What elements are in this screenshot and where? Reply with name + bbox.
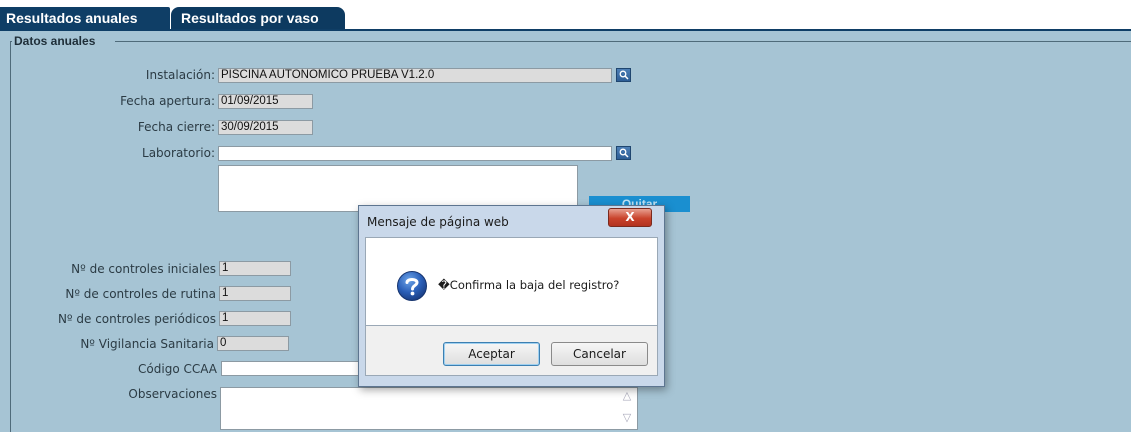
vigilancia-sanitaria-label: Nº Vigilancia Sanitaria [80, 337, 214, 351]
controles-rutina-field[interactable]: 1 [219, 286, 291, 301]
laboratorio-input[interactable] [218, 146, 612, 161]
fieldset-legend: Datos anuales [12, 34, 98, 48]
search-icon [619, 70, 629, 80]
observaciones-label: Observaciones [128, 387, 217, 401]
question-icon [397, 271, 427, 301]
fieldset-border [10, 41, 11, 432]
fecha-apertura-label: Fecha apertura: [120, 94, 215, 108]
controles-periodicos-field[interactable]: 1 [219, 311, 291, 326]
instalacion-field[interactable]: PISCINA AUTONOMICO PRUEBA V1.2.0 [218, 68, 612, 83]
codigo-ccaa-input[interactable] [221, 361, 361, 376]
instalacion-search-button[interactable] [616, 68, 631, 82]
tab-resultados-anuales[interactable]: Resultados anuales [0, 7, 170, 30]
search-icon [619, 148, 629, 158]
fecha-apertura-field[interactable]: 01/09/2015 [218, 94, 313, 109]
accept-button[interactable]: Aceptar [443, 342, 540, 366]
codigo-ccaa-label: Código CCAA [138, 362, 217, 376]
controles-iniciales-label: Nº de controles iniciales [71, 262, 216, 276]
confirm-dialog: Mensaje de página web X �Confirma la baj… [358, 205, 665, 387]
scroll-up-icon[interactable]: △ [620, 390, 634, 402]
controles-rutina-label: Nº de controles de rutina [65, 287, 216, 301]
dialog-title: Mensaje de página web [367, 215, 509, 229]
controles-iniciales-field[interactable]: 1 [219, 261, 291, 276]
dialog-body: �Confirma la baja del registro? [365, 237, 658, 326]
controles-periodicos-label: Nº de controles periódicos [57, 312, 216, 326]
cancel-button[interactable]: Cancelar [551, 342, 648, 366]
fecha-cierre-label: Fecha cierre: [137, 120, 215, 134]
laboratorio-search-button[interactable] [616, 146, 631, 160]
dialog-message: �Confirma la baja del registro? [438, 278, 620, 292]
laboratorio-label: Laboratorio: [142, 146, 215, 160]
dialog-footer: Aceptar Cancelar [365, 326, 658, 376]
observaciones-textarea[interactable] [220, 387, 638, 430]
dialog-close-button[interactable]: X [608, 208, 652, 227]
vigilancia-sanitaria-field[interactable]: 0 [217, 336, 289, 351]
fecha-cierre-field[interactable]: 30/09/2015 [218, 120, 313, 135]
instalacion-label: Instalación: [145, 68, 215, 82]
tab-resultados-por-vaso[interactable]: Resultados por vaso [171, 7, 345, 30]
fieldset-border [115, 41, 1131, 42]
scroll-down-icon[interactable]: ▽ [620, 412, 634, 424]
